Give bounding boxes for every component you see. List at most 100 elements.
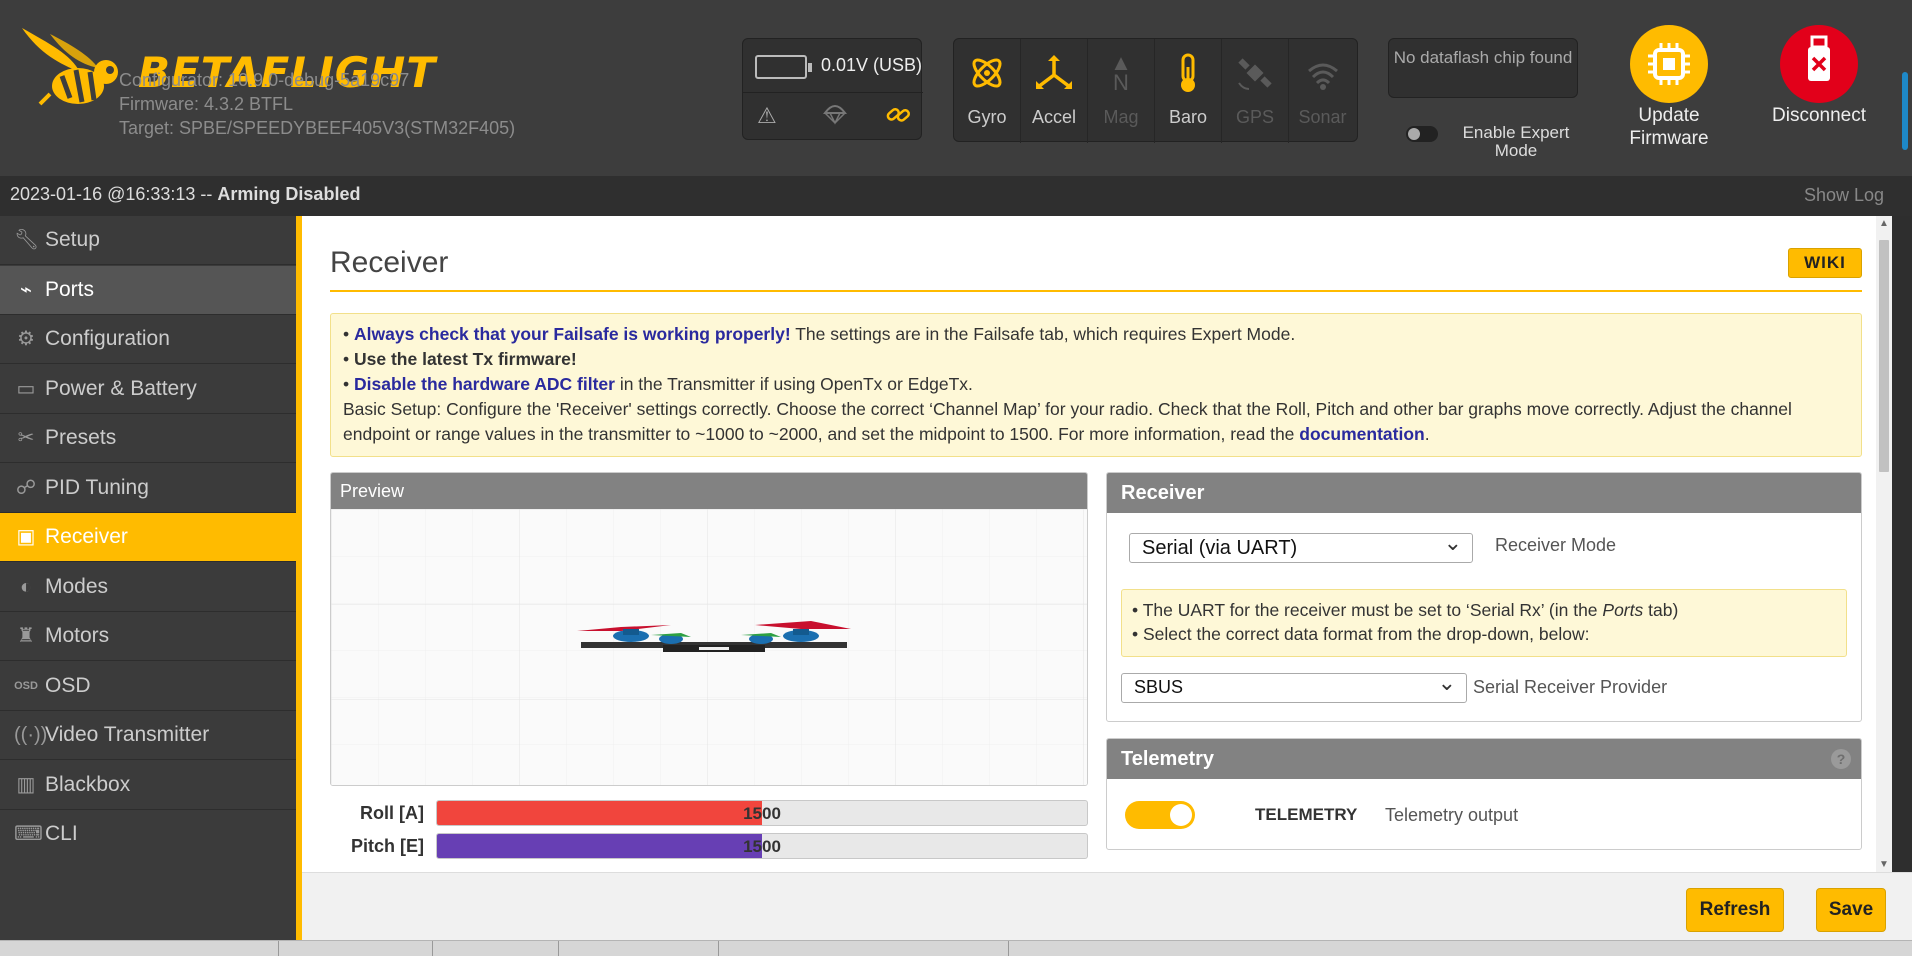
sidebar-item-setup[interactable]: 🔧︎ Setup	[0, 216, 296, 265]
usb-disconnect-icon	[1808, 35, 1830, 81]
sidebar-item-label: OSD	[45, 674, 91, 697]
note-line-1: • Always check that your Failsafe is wor…	[343, 324, 1296, 344]
cli-icon: ⌨	[14, 823, 43, 845]
telemetry-panel: Telemetry ? TELEMETRY Telemetry output	[1106, 738, 1862, 850]
sensor-label: Gyro	[967, 107, 1007, 127]
sidebar-item-label: CLI	[45, 822, 78, 845]
disconnect-button[interactable]	[1780, 25, 1858, 103]
data-format-note: Select the correct data format from the …	[1143, 624, 1590, 644]
firmware-version: Firmware: 4.3.2 BTFL	[119, 94, 294, 114]
sidebar-item-label: Motors	[45, 624, 110, 647]
channel-bar-pitch: Pitch [E] 1500	[330, 833, 1090, 859]
receiver-uart-note: • The UART for the receiver must be set …	[1121, 589, 1847, 657]
sidebar-item-video-transmitter[interactable]: ((·)) Video Transmitter	[0, 711, 296, 760]
receiver-panel: Receiver Serial (via UART) Receiver Mode…	[1106, 472, 1862, 722]
sidebar-item-label: Ports	[45, 278, 95, 301]
dataflash-status: No dataflash chip found	[1388, 38, 1578, 98]
footer-divider	[432, 941, 433, 956]
expert-mode-switch[interactable]	[1406, 126, 1438, 142]
help-icon[interactable]: ?	[1831, 749, 1851, 769]
title-divider	[330, 290, 1862, 292]
content-scrollbar[interactable]: ▲ ▼	[1876, 216, 1892, 872]
quadcopter-model	[331, 509, 1087, 785]
channel-value: 1500	[743, 837, 781, 856]
sensor-mag: ▲ N Mag	[1088, 39, 1155, 143]
telemetry-toggle[interactable]	[1125, 801, 1195, 829]
footer-divider	[278, 941, 279, 956]
sensor-label: Accel	[1031, 107, 1076, 127]
sidebar-item-label: PID Tuning	[45, 476, 149, 499]
target-board: Target: SPBE/SPEEDYBEEF405V3(STM32F405)	[119, 118, 516, 138]
header: BETAFLIGHT Configurator: 10.9.0-debug-5a…	[0, 0, 1912, 176]
channel-track: 1500	[436, 800, 1088, 826]
plug-icon: ⌁	[19, 279, 33, 301]
sidebar-item-label: Blackbox	[45, 773, 131, 796]
documentation-link[interactable]: documentation	[1299, 424, 1424, 444]
scroll-down-arrow[interactable]: ▼	[1878, 859, 1890, 870]
save-button[interactable]: Save	[1816, 888, 1886, 932]
sensor-baro: Baro	[1155, 39, 1222, 143]
status-text: 2023-01-16 @16:33:13 -- Arming Disabled	[10, 184, 360, 205]
sidebar-item-ports[interactable]: ⌁ Ports	[0, 266, 296, 315]
warning-icon: ⚠	[757, 103, 777, 128]
channel-name: Roll [A]	[360, 803, 424, 823]
note-line-3: • Disable the hardware ADC filter in the…	[343, 374, 973, 394]
scrollbar-thumb[interactable]	[1879, 240, 1889, 472]
sensor-sonar: Sonar	[1289, 39, 1356, 143]
pid-icon: ☍	[15, 477, 37, 499]
sidebar-item-label: Power & Battery	[45, 377, 197, 400]
bottom-toolbar: Refresh Save	[302, 872, 1912, 940]
bee-logo-icon	[22, 28, 118, 106]
sidebar-item-configuration[interactable]: ⚙ Configuration	[0, 315, 296, 364]
quad-preview-canvas	[331, 509, 1087, 785]
sidebar-item-presets[interactable]: ✂ Presets	[0, 414, 296, 463]
receiver-mode-select[interactable]: Serial (via UART)	[1129, 530, 1473, 563]
status-bar: 2023-01-16 @16:33:13 -- Arming Disabled …	[0, 176, 1912, 216]
tx-firmware-warning: Use the latest Tx firmware!	[354, 349, 577, 369]
scroll-up-arrow[interactable]: ▲	[1878, 218, 1890, 229]
wrench-icon: 🔧︎	[14, 229, 40, 251]
channel-track: 1500	[436, 833, 1088, 859]
sidebar-item-modes[interactable]: ◐ Modes	[0, 563, 296, 612]
arming-state: Arming Disabled	[217, 184, 361, 204]
battery-icon: ▭	[16, 378, 36, 400]
footer-divider	[1008, 941, 1009, 956]
show-log-link[interactable]: Show Log	[1804, 185, 1884, 206]
note-line-4: Basic Setup: Configure the 'Receiver' se…	[343, 397, 1849, 447]
preview-title: Preview	[331, 473, 1087, 509]
sonar-icon	[1289, 53, 1356, 101]
receiver-icon: ▣	[16, 526, 36, 548]
sensor-label: Mag	[1103, 107, 1139, 127]
sidebar-item-osd[interactable]: OSD OSD	[0, 662, 296, 711]
basic-setup-text: Basic Setup: Configure the 'Receiver' se…	[343, 399, 1792, 444]
sidebar-item-pid-tuning[interactable]: ☍ PID Tuning	[0, 464, 296, 513]
update-firmware-button[interactable]	[1630, 25, 1708, 103]
channel-value: 1500	[743, 804, 781, 823]
wiki-button[interactable]: WIKI	[1788, 248, 1862, 278]
sidebar-item-power-battery[interactable]: ▭ Power & Battery	[0, 365, 296, 414]
sidebar-item-cli[interactable]: ⌨ CLI	[0, 810, 296, 859]
sensor-gps: GPS	[1222, 39, 1289, 143]
sidebar-item-receiver[interactable]: ▣ Receiver	[0, 513, 296, 562]
parachute-icon	[823, 103, 847, 131]
uart-note-line-1: • The UART for the receiver must be set …	[1132, 600, 1679, 620]
sidebar-item-blackbox[interactable]: ▥ Blackbox	[0, 761, 296, 810]
mag-icon: ▲ N	[1110, 50, 1132, 95]
channel-name: Pitch [E]	[350, 836, 424, 856]
refresh-button[interactable]: Refresh	[1686, 888, 1784, 932]
telemetry-panel-title: Telemetry	[1107, 739, 1861, 779]
sidebar-item-label: Modes	[45, 575, 109, 598]
uart-note-tail: tab)	[1643, 600, 1679, 620]
gear-icon: ⚙	[17, 328, 35, 350]
channel-bar-roll: Roll [A] 1500	[330, 800, 1090, 826]
uart-note-text: The UART for the receiver must be set to…	[1142, 600, 1603, 620]
update-firmware-label: Update Firmware	[1629, 105, 1709, 149]
sidebar-item-motors[interactable]: ♜ Motors	[0, 612, 296, 661]
edge-indicator	[1902, 72, 1908, 150]
serial-provider-label: Serial Receiver Provider	[1473, 677, 1668, 697]
serial-provider-select[interactable]: SBUS	[1121, 670, 1467, 703]
expert-mode-label: Enable Expert Mode	[1462, 123, 1570, 160]
uart-note-ports: Ports	[1602, 600, 1644, 620]
sidebar-item-label: Configuration	[45, 327, 170, 350]
sensor-accel: Accel	[1021, 39, 1088, 143]
